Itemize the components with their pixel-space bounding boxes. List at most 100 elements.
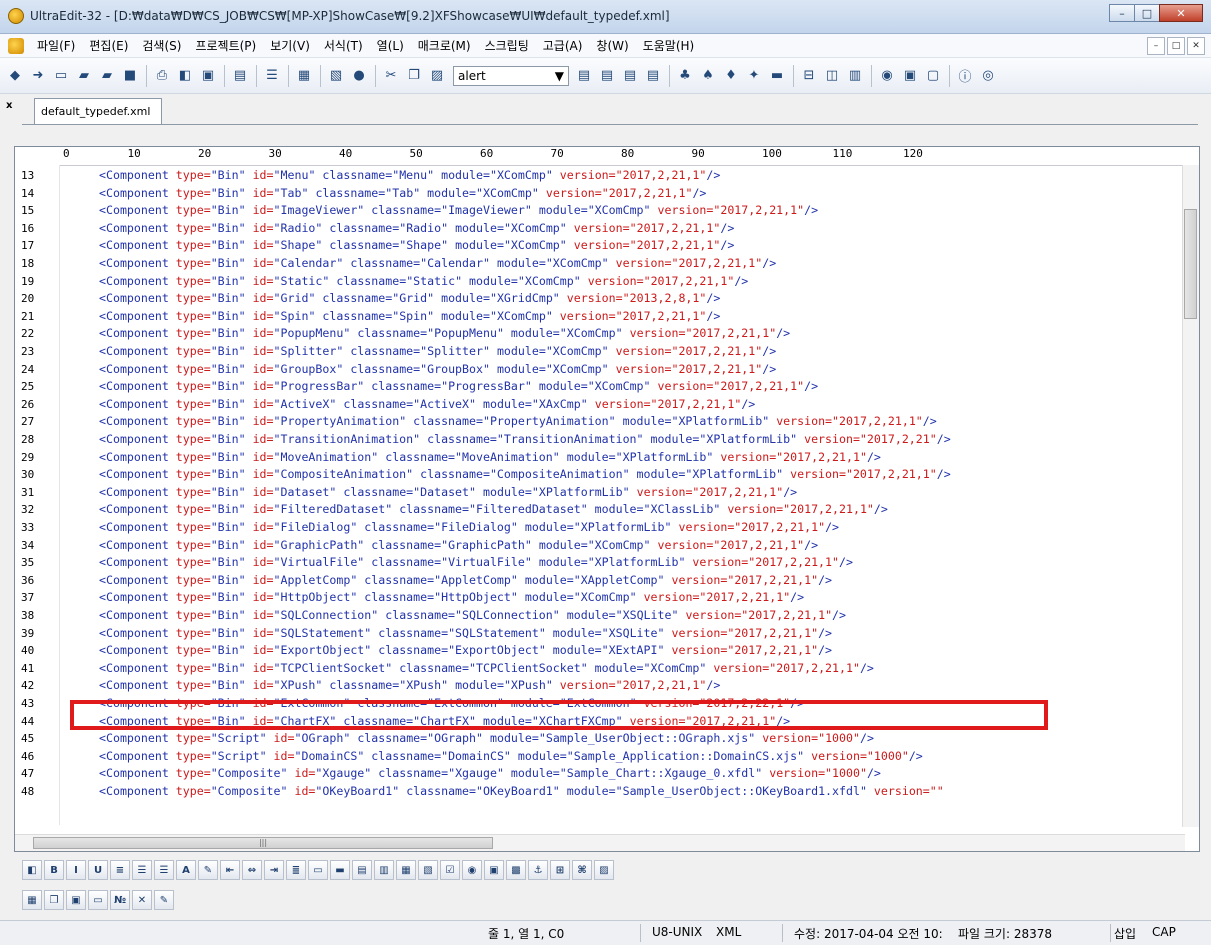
align-icon[interactable]: ▤ [619, 65, 641, 87]
hr-icon[interactable]: ▬ [330, 860, 350, 880]
status-filetype[interactable]: XML [716, 925, 741, 939]
textarea-icon[interactable]: ▥ [374, 860, 394, 880]
button-icon[interactable]: ▧ [418, 860, 438, 880]
info-icon[interactable]: ⓘ [954, 65, 976, 87]
mdi-close-button[interactable]: ✕ [1187, 37, 1205, 55]
menu-format[interactable]: 서식(T) [317, 37, 370, 54]
split-horizontal-icon[interactable]: ⊟ [798, 65, 820, 87]
vertical-scroll-thumb[interactable] [1184, 209, 1197, 319]
back-arrow-icon[interactable]: ◆ [4, 65, 26, 87]
ftp-icon[interactable]: ▣ [899, 65, 921, 87]
align-center-icon[interactable]: ⇔ [242, 860, 262, 880]
print-icon[interactable]: ⎙ [151, 65, 173, 87]
justify-icon[interactable]: ▤ [642, 65, 664, 87]
indent-icon[interactable]: ▤ [573, 65, 595, 87]
textbox-icon[interactable]: ▤ [352, 860, 372, 880]
copy-icon[interactable]: ❐ [403, 65, 425, 87]
menu-column[interactable]: 열(L) [370, 37, 411, 54]
word-wrap-icon[interactable]: ☰ [261, 65, 283, 87]
align-justify-icon[interactable]: ≣ [286, 860, 306, 880]
special-char-icon[interactable]: ⌘ [572, 860, 592, 880]
html-tag-icon[interactable]: ◧ [22, 860, 42, 880]
tools-icon[interactable]: ✕ [132, 890, 152, 910]
menu-macro[interactable]: 매크로(M) [411, 37, 478, 54]
find-icon[interactable]: ♣ [674, 65, 696, 87]
split-vertical-icon[interactable]: ◫ [821, 65, 843, 87]
save-icon[interactable]: ■ [119, 65, 141, 87]
new-file-icon[interactable]: ▭ [50, 65, 72, 87]
numbered-icon[interactable]: № [110, 890, 130, 910]
menu-search[interactable]: 검색(S) [135, 37, 188, 54]
document-properties-icon[interactable]: ▧ [325, 65, 347, 87]
bold-button[interactable]: B [44, 860, 64, 880]
print-preview-icon[interactable]: ◧ [174, 65, 196, 87]
align-right-icon[interactable]: ⇥ [264, 860, 284, 880]
horizontal-scrollbar[interactable]: ||| [15, 834, 1185, 851]
menu-edit[interactable]: 편집(E) [82, 37, 135, 54]
close-button[interactable]: ✕ [1159, 4, 1203, 22]
align-left-icon[interactable]: ⇤ [220, 860, 240, 880]
menu-window[interactable]: 창(W) [589, 37, 635, 54]
menu-scripting[interactable]: 스크립팅 [478, 37, 536, 54]
toolbar-separator [288, 64, 289, 87]
forward-arrow-icon[interactable]: ➜ [27, 65, 49, 87]
hex-mode-icon[interactable]: ▦ [293, 65, 315, 87]
find-in-files-icon[interactable]: ✦ [743, 65, 765, 87]
close-folder-icon[interactable]: ▰ [96, 65, 118, 87]
vertical-scrollbar[interactable] [1182, 165, 1199, 827]
tab-default-typedef[interactable]: default_typedef.xml [34, 98, 162, 124]
replace-icon[interactable]: ♦ [720, 65, 742, 87]
menu-project[interactable]: 프로젝트(P) [188, 37, 263, 54]
document-icon[interactable]: ▢ [922, 65, 944, 87]
document-icon[interactable] [8, 37, 24, 54]
menu-help[interactable]: 도움말(H) [636, 37, 702, 54]
menu-view[interactable]: 보기(V) [263, 37, 317, 54]
italic-button[interactable]: I [66, 860, 86, 880]
code-editor[interactable]: 0 10 20 30 40 50 60 70 80 90 100 110 120 13 <Componen… [14, 146, 1200, 852]
cut-icon[interactable]: ✂ [380, 65, 402, 87]
select-icon[interactable]: ▣ [484, 860, 504, 880]
browser-icon[interactable]: ● [348, 65, 370, 87]
indent-list-icon[interactable]: ≡ [110, 860, 130, 880]
table-icon[interactable]: ⊞ [550, 860, 570, 880]
globe-icon[interactable]: ◉ [876, 65, 898, 87]
print-setup-icon[interactable]: ▣ [197, 65, 219, 87]
mdi-minimize-button[interactable]: – [1147, 37, 1165, 55]
open-folder-icon[interactable]: ▰ [73, 65, 95, 87]
radio-icon[interactable]: ◉ [462, 860, 482, 880]
font-color-icon[interactable]: A [176, 860, 196, 880]
page-icon[interactable]: ▤ [229, 65, 251, 87]
maximize-button[interactable]: □ [1134, 4, 1160, 22]
search-combo[interactable]: alert ▼ [453, 65, 569, 86]
window-list-icon[interactable]: ▥ [844, 65, 866, 87]
ordered-list-icon[interactable]: ☰ [132, 860, 152, 880]
page-edit-icon[interactable]: ✎ [154, 890, 174, 910]
image-icon[interactable]: ▩ [506, 860, 526, 880]
anchor-icon[interactable]: ⚓ [528, 860, 548, 880]
paste-icon[interactable]: ▨ [426, 65, 448, 87]
find-next-icon[interactable]: ♠ [697, 65, 719, 87]
horizontal-scroll-thumb[interactable]: ||| [33, 837, 493, 849]
close-icon[interactable]: x [6, 100, 12, 111]
id-icon[interactable]: ▭ [88, 890, 108, 910]
copy-file-icon[interactable]: ❐ [44, 890, 64, 910]
form-icon[interactable]: ▭ [308, 860, 328, 880]
menu-advanced[interactable]: 고급(A) [536, 37, 590, 54]
chevron-down-icon[interactable]: ▼ [555, 69, 564, 83]
edit-icon[interactable]: ✎ [198, 860, 218, 880]
minimize-button[interactable]: – [1109, 4, 1135, 22]
help-icon[interactable]: ◎ [977, 65, 999, 87]
color-picker-icon[interactable]: ▨ [594, 860, 614, 880]
menu-file[interactable]: 파일(F) [30, 37, 82, 54]
unordered-list-icon[interactable]: ☰ [154, 860, 174, 880]
mdi-restore-button[interactable]: □ [1167, 37, 1185, 55]
outdent-icon[interactable]: ▤ [596, 65, 618, 87]
line-number: 25 [21, 380, 35, 394]
table-grid-icon[interactable]: ▦ [22, 890, 42, 910]
checkbox-icon[interactable]: ☑ [440, 860, 460, 880]
underline-button[interactable]: U [88, 860, 108, 880]
save-file-icon[interactable]: ▣ [66, 890, 86, 910]
goto-icon[interactable]: ▬ [766, 65, 788, 87]
status-encoding[interactable]: U8-UNIX [652, 925, 702, 939]
password-icon[interactable]: ▦ [396, 860, 416, 880]
